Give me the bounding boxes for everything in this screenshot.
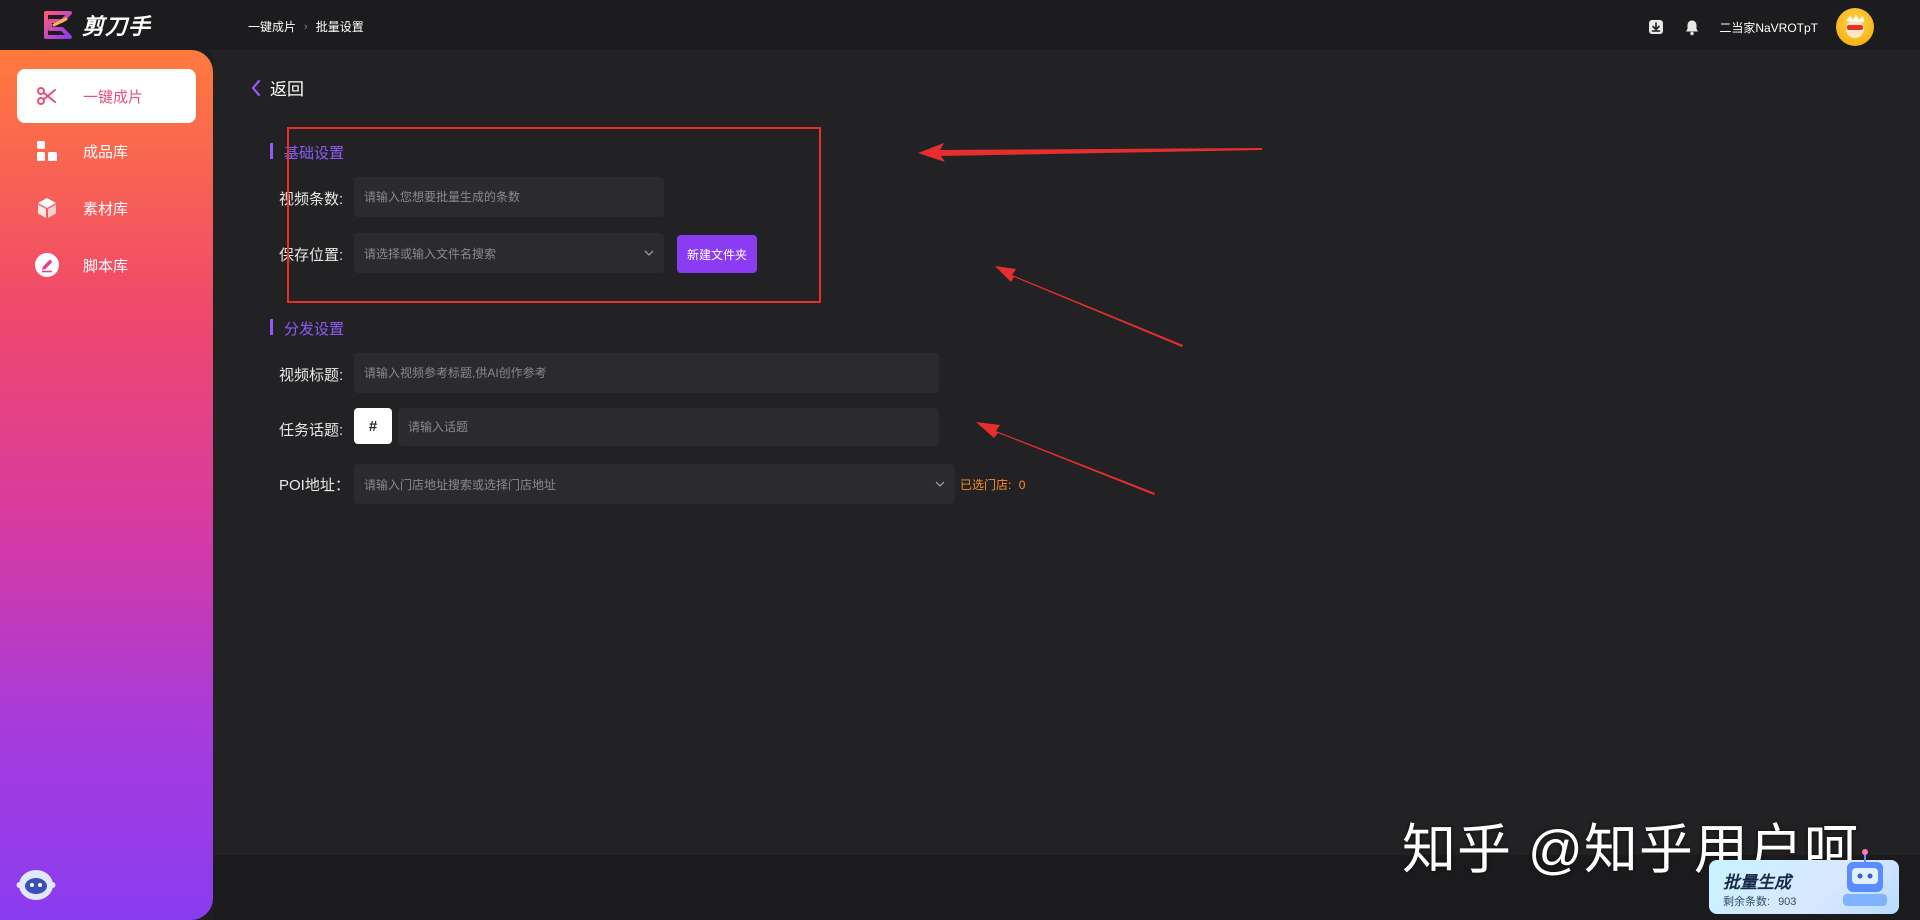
blocks-icon xyxy=(33,137,61,165)
batch-generate-card[interactable]: 批量生成 剩余条数: 903 xyxy=(1709,849,1899,914)
sidebar-item-materials[interactable]: 素材库 xyxy=(17,181,196,235)
selected-stores-label: 已选门店: xyxy=(960,478,1012,492)
sidebar-item-label: 素材库 xyxy=(83,200,129,218)
sidebar-item-one-click[interactable]: 一键成片 xyxy=(17,69,196,123)
sidebar-item-label: 成品库 xyxy=(83,143,129,161)
back-button[interactable]: 返回 xyxy=(250,75,304,100)
selected-stores-count: 已选门店: 0 xyxy=(960,476,1025,493)
back-label: 返回 xyxy=(270,80,304,99)
batch-generate-title: 批量生成 xyxy=(1723,873,1791,892)
app-logo[interactable]: 剪刀手 xyxy=(40,9,151,41)
assistant-bot-icon[interactable] xyxy=(16,865,56,903)
batch-remaining-label: 剩余条数: xyxy=(1723,896,1771,908)
username[interactable]: 二当家NaVROTpT xyxy=(1719,19,1818,36)
ai-robot-icon xyxy=(1843,849,1887,906)
chevron-down-icon xyxy=(935,481,945,487)
scissors-icon xyxy=(33,82,61,110)
hashtag-button[interactable]: # xyxy=(354,408,392,444)
chevron-left-icon xyxy=(251,79,261,96)
bell-icon[interactable] xyxy=(1683,18,1701,36)
poi-label: POI地址： xyxy=(279,477,350,494)
sidebar-item-label: 脚本库 xyxy=(83,257,129,275)
batch-remaining: 剩余条数: 903 xyxy=(1723,893,1796,909)
sidebar-item-label: 一键成片 xyxy=(83,88,144,106)
download-icon[interactable] xyxy=(1647,18,1665,36)
annotation-highlight-box xyxy=(287,127,821,303)
video-title-label: 视频标题: xyxy=(279,367,344,384)
breadcrumb: 一键成片 › 批量设置 xyxy=(248,18,364,35)
poi-placeholder: 请输入门店地址搜索或选择门店地址 xyxy=(364,477,557,492)
sidebar-item-products[interactable]: 成品库 xyxy=(17,124,196,178)
logo-icon xyxy=(44,11,72,39)
task-topic-input[interactable] xyxy=(398,408,939,446)
sidebar: 一键成片 成品库 素材库 脚本库 xyxy=(0,50,213,920)
avatar[interactable] xyxy=(1836,8,1874,46)
breadcrumb-item: 批量设置 xyxy=(315,20,364,34)
cube-icon xyxy=(33,194,61,222)
avatar-face-icon xyxy=(1846,15,1864,38)
poi-select[interactable]: 请输入门店地址搜索或选择门店地址 xyxy=(354,464,955,504)
app-name: 剪刀手 xyxy=(82,14,152,39)
pen-icon xyxy=(33,251,61,279)
top-bar: 剪刀手 一键成片 › 批量设置 二当家NaVROTpT xyxy=(0,0,1920,51)
header-actions: 二当家NaVROTpT xyxy=(1647,8,1874,46)
video-title-input[interactable] xyxy=(354,353,939,393)
breadcrumb-item[interactable]: 一键成片 xyxy=(248,18,296,35)
chevron-right-icon: › xyxy=(304,20,308,33)
section-title-distribution: 分发设置 xyxy=(270,318,344,339)
selected-stores-value: 0 xyxy=(1018,478,1026,492)
batch-remaining-value: 903 xyxy=(1778,896,1797,908)
sidebar-item-scripts[interactable]: 脚本库 xyxy=(17,238,196,292)
task-topic-label: 任务话题: xyxy=(279,422,344,439)
